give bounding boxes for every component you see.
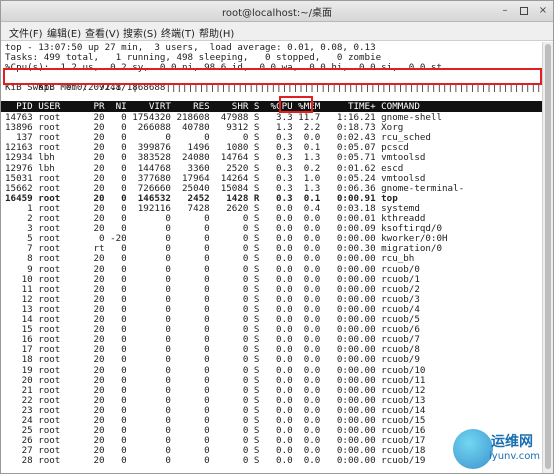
menu-edit[interactable]: 编辑(E) bbox=[47, 25, 81, 40]
maximize-icon bbox=[520, 7, 528, 15]
watermark-cn: 运维网 bbox=[491, 434, 533, 450]
maximize-button[interactable] bbox=[517, 4, 531, 18]
watermark-en: iyunv.com bbox=[489, 451, 541, 462]
minimize-button[interactable]: – bbox=[498, 4, 512, 18]
mem-column-highlight-box bbox=[279, 96, 313, 113]
scrollbar-thumb[interactable] bbox=[545, 44, 551, 469]
process-row: 28 root 20 0 0 0 0 S 0.0 0.0 0:00.00 rcu… bbox=[5, 455, 426, 467]
window-title: root@localhost:~/桌面 bbox=[221, 8, 333, 19]
menu-view[interactable]: 查看(V) bbox=[85, 25, 120, 40]
menu-search[interactable]: 搜索(S) bbox=[123, 25, 157, 40]
process-row: 9 root 20 0 0 0 0 S 0.0 0.0 0:00.00 rcuo… bbox=[5, 263, 420, 275]
mem-highlight-box bbox=[3, 68, 542, 85]
scrollbar[interactable] bbox=[542, 42, 553, 473]
menu-bar: 文件(F) 编辑(E) 查看(V) 搜索(S) 终端(T) 帮助(H) bbox=[1, 22, 553, 41]
process-row: 19 root 20 0 0 0 0 S 0.0 0.0 0:00.00 rcu… bbox=[5, 364, 426, 376]
process-table-header: PID USER PR NI VIRT RES SHR S %CPU %MEM … bbox=[1, 101, 542, 112]
menu-terminal[interactable]: 终端(T) bbox=[161, 25, 195, 40]
process-row: 18 root 20 0 0 0 0 S 0.0 0.0 0:00.00 rcu… bbox=[5, 354, 420, 366]
process-row: 12976 lbh 20 0 144768 3360 2520 S 0.3 0.… bbox=[5, 162, 404, 174]
title-bar[interactable]: root@localhost:~/桌面 – × bbox=[1, 1, 553, 22]
process-row: 12934 lbh 20 0 383528 24080 14764 S 0.3 … bbox=[5, 152, 426, 164]
watermark: 运维网 iyunv.com bbox=[453, 429, 553, 473]
terminal-window: root@localhost:~/桌面 – × 文件(F) 编辑(E) 查看(V… bbox=[0, 0, 554, 474]
menu-help[interactable]: 帮助(H) bbox=[199, 25, 234, 40]
menu-file[interactable]: 文件(F) bbox=[9, 25, 43, 40]
header-columns: PID USER PR NI VIRT RES SHR S %CPU %MEM … bbox=[5, 101, 420, 112]
process-row: 8 root 20 0 0 0 0 S 0.0 0.0 0:00.00 rcu_… bbox=[5, 253, 415, 265]
close-button[interactable]: × bbox=[536, 4, 550, 18]
watermark-logo-icon bbox=[453, 429, 493, 469]
